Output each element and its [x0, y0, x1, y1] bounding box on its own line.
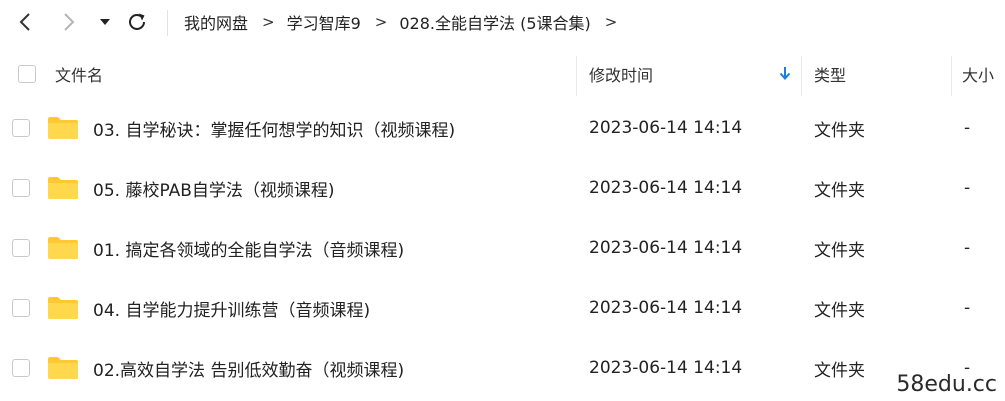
- row-checkbox[interactable]: [12, 359, 30, 377]
- file-type: 文件夹: [814, 360, 865, 381]
- folder-icon: [48, 297, 78, 319]
- file-type: 文件夹: [814, 180, 865, 201]
- file-type: 文件夹: [814, 300, 865, 321]
- file-name[interactable]: 02.高效自学法 告别低效勤奋（视频课程): [93, 338, 404, 398]
- modified-time: 2023-06-14 14:14: [589, 358, 743, 378]
- select-all-checkbox[interactable]: [18, 64, 36, 83]
- modified-time: 2023-06-14 14:14: [589, 298, 743, 318]
- caret-down-icon: [100, 19, 110, 25]
- file-row[interactable]: 05. 藤校PAB自学法（视频课程) 2023-06-14 14:14 文件夹 …: [0, 158, 1005, 218]
- column-header-name[interactable]: 文件名: [55, 50, 103, 97]
- file-name[interactable]: 05. 藤校PAB自学法（视频课程): [93, 158, 335, 218]
- file-row[interactable]: 01. 搞定各领域的全能自学法（音频课程) 2023-06-14 14:14 文…: [0, 218, 1005, 278]
- refresh-button[interactable]: [125, 10, 149, 34]
- file-name[interactable]: 03. 自学秘诀：掌握任何想学的知识（视频课程): [93, 98, 455, 158]
- breadcrumb-item-current-folder[interactable]: 028.全能自学法 (5课合集): [399, 10, 590, 34]
- file-size: -: [964, 238, 971, 258]
- modified-time: 2023-06-14 14:14: [589, 178, 743, 198]
- row-checkbox[interactable]: [12, 299, 30, 317]
- breadcrumb-separator: >: [262, 13, 275, 31]
- modified-time: 2023-06-14 14:14: [589, 238, 743, 258]
- chevron-right-icon: [64, 13, 75, 31]
- file-row[interactable]: 02.高效自学法 告别低效勤奋（视频课程) 2023-06-14 14:14 文…: [0, 338, 1005, 398]
- forward-button[interactable]: [57, 10, 81, 34]
- breadcrumb-item-library[interactable]: 学习智库9: [287, 10, 361, 34]
- history-dropdown-button[interactable]: [93, 10, 117, 34]
- row-checkbox[interactable]: [12, 119, 30, 137]
- column-header-modified[interactable]: 修改时间: [589, 50, 653, 97]
- file-size: -: [964, 118, 971, 138]
- file-row[interactable]: 04. 自学能力提升训练营（音频课程) 2023-06-14 14:14 文件夹…: [0, 278, 1005, 338]
- file-list: 03. 自学秘诀：掌握任何想学的知识（视频课程) 2023-06-14 14:1…: [0, 98, 1005, 398]
- watermark-text: 58edu.cc: [896, 372, 997, 397]
- file-type: 文件夹: [814, 120, 865, 141]
- file-size: -: [964, 178, 971, 198]
- breadcrumb-item-my-drive[interactable]: 我的网盘: [184, 10, 248, 34]
- breadcrumb-separator[interactable]: >: [605, 13, 618, 31]
- folder-icon: [48, 177, 78, 199]
- file-size: -: [964, 298, 971, 318]
- row-checkbox[interactable]: [12, 179, 30, 197]
- column-divider[interactable]: [576, 56, 577, 96]
- breadcrumb-separator: >: [374, 13, 388, 31]
- file-row[interactable]: 03. 自学秘诀：掌握任何想学的知识（视频课程) 2023-06-14 14:1…: [0, 98, 1005, 158]
- back-button[interactable]: [13, 10, 37, 34]
- refresh-icon: [129, 13, 145, 30]
- sort-descending-icon[interactable]: [779, 66, 791, 80]
- file-list-header: 文件名 修改时间 类型 大小: [0, 50, 1005, 97]
- file-name[interactable]: 04. 自学能力提升训练营（音频课程): [93, 278, 370, 338]
- row-checkbox[interactable]: [12, 239, 30, 257]
- toolbar: 我的网盘 > 学习智库9 > 028.全能自学法 (5课合集) >: [0, 0, 1005, 44]
- folder-icon: [48, 237, 78, 259]
- folder-icon: [48, 357, 78, 379]
- column-divider[interactable]: [801, 56, 802, 96]
- file-type: 文件夹: [814, 240, 865, 261]
- toolbar-divider: [167, 10, 168, 36]
- folder-icon: [48, 117, 78, 139]
- chevron-left-icon: [19, 13, 30, 31]
- column-header-size[interactable]: 大小: [962, 50, 994, 97]
- column-divider[interactable]: [951, 56, 952, 96]
- column-header-type[interactable]: 类型: [814, 50, 846, 97]
- breadcrumb: 我的网盘 > 学习智库9 > 028.全能自学法 (5课合集) >: [184, 0, 629, 44]
- modified-time: 2023-06-14 14:14: [589, 118, 743, 138]
- file-name[interactable]: 01. 搞定各领域的全能自学法（音频课程): [93, 218, 404, 278]
